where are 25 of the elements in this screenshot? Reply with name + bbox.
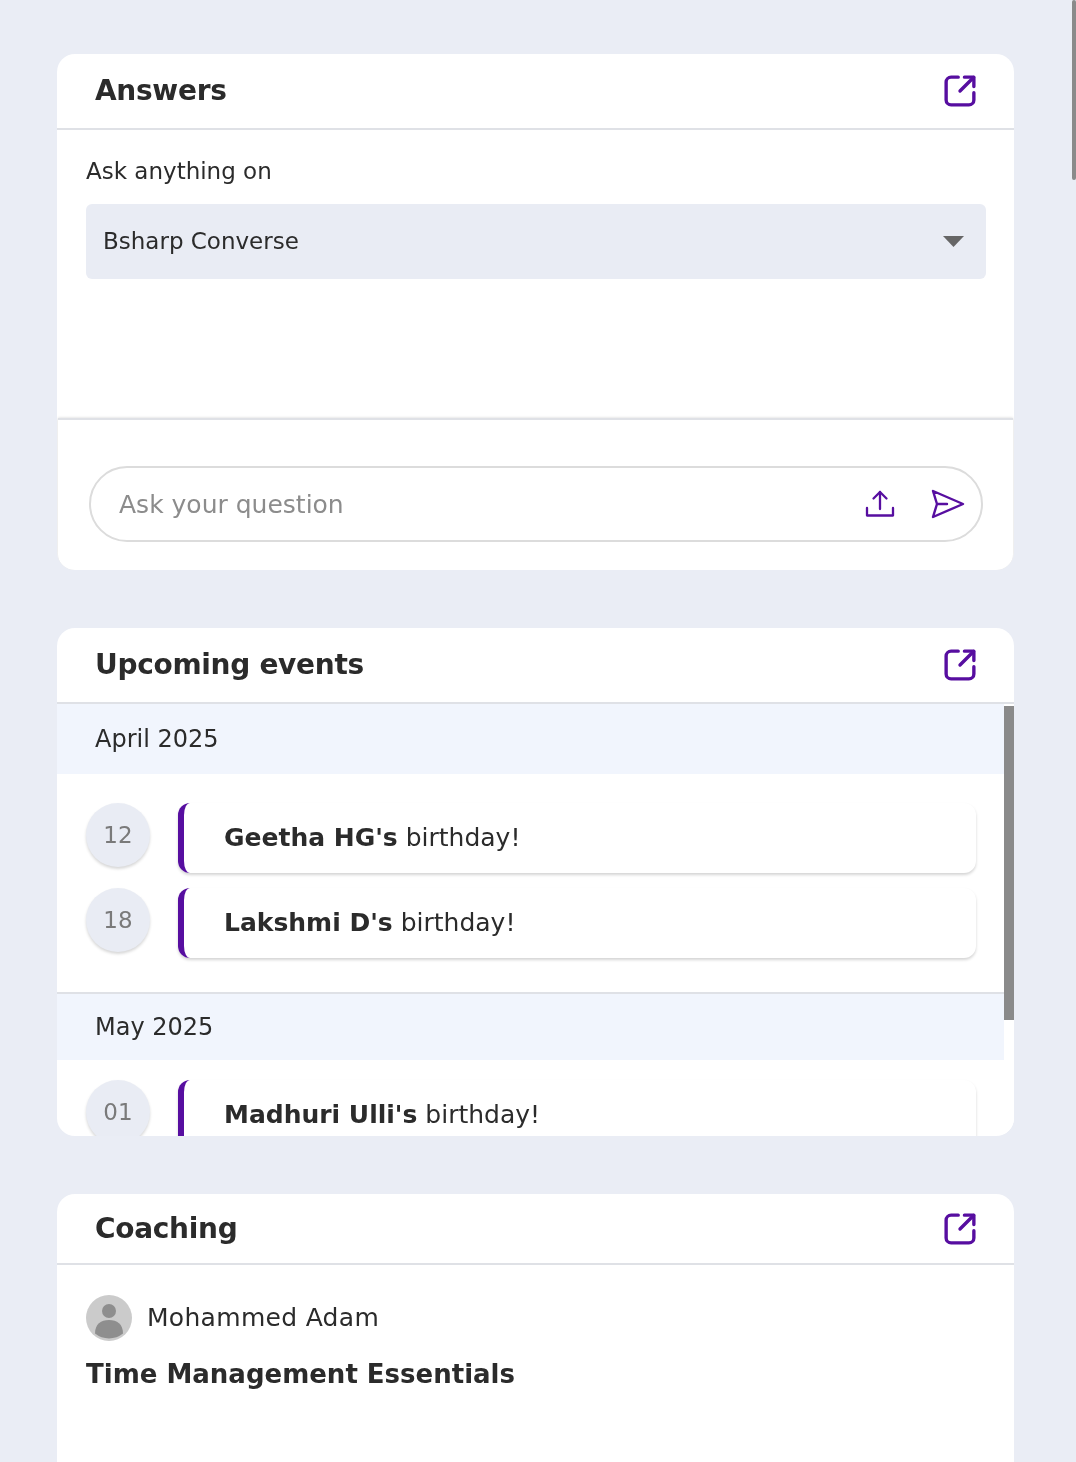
- event-card[interactable]: Lakshmi D's birthday!: [178, 888, 976, 958]
- month-header: April 2025: [57, 704, 1004, 774]
- scrollbar-thumb[interactable]: [1004, 706, 1014, 1020]
- event-card[interactable]: Madhuri Ulli's birthday!: [178, 1080, 976, 1136]
- event-date: 12: [86, 803, 150, 867]
- send-icon[interactable]: [931, 489, 965, 519]
- avatar-icon: [86, 1295, 132, 1341]
- card-title: Answers: [95, 74, 227, 108]
- card-title: Coaching: [95, 1211, 238, 1246]
- question-field[interactable]: Ask your question: [89, 466, 983, 542]
- card-title: Upcoming events: [95, 648, 364, 682]
- month-header: May 2025: [57, 992, 1004, 1060]
- caret-icon: [943, 236, 964, 247]
- external-link-icon[interactable]: [944, 75, 976, 107]
- event-card[interactable]: Geetha HG's birthday!: [178, 803, 976, 873]
- event-date: 18: [86, 888, 150, 952]
- session-title: Time Management Essentials: [86, 1358, 516, 1391]
- external-link-icon[interactable]: [944, 1212, 976, 1245]
- scrollbar-thumb[interactable]: [1072, 0, 1076, 180]
- coach-name: Mohammed Adam: [147, 1302, 380, 1335]
- source-dropdown[interactable]: Bsharp Converse: [86, 204, 986, 279]
- external-link-icon[interactable]: [944, 649, 976, 681]
- upload-icon[interactable]: [865, 489, 895, 519]
- prompt-label: Ask anything on: [86, 157, 273, 186]
- event-date: 01: [86, 1080, 150, 1136]
